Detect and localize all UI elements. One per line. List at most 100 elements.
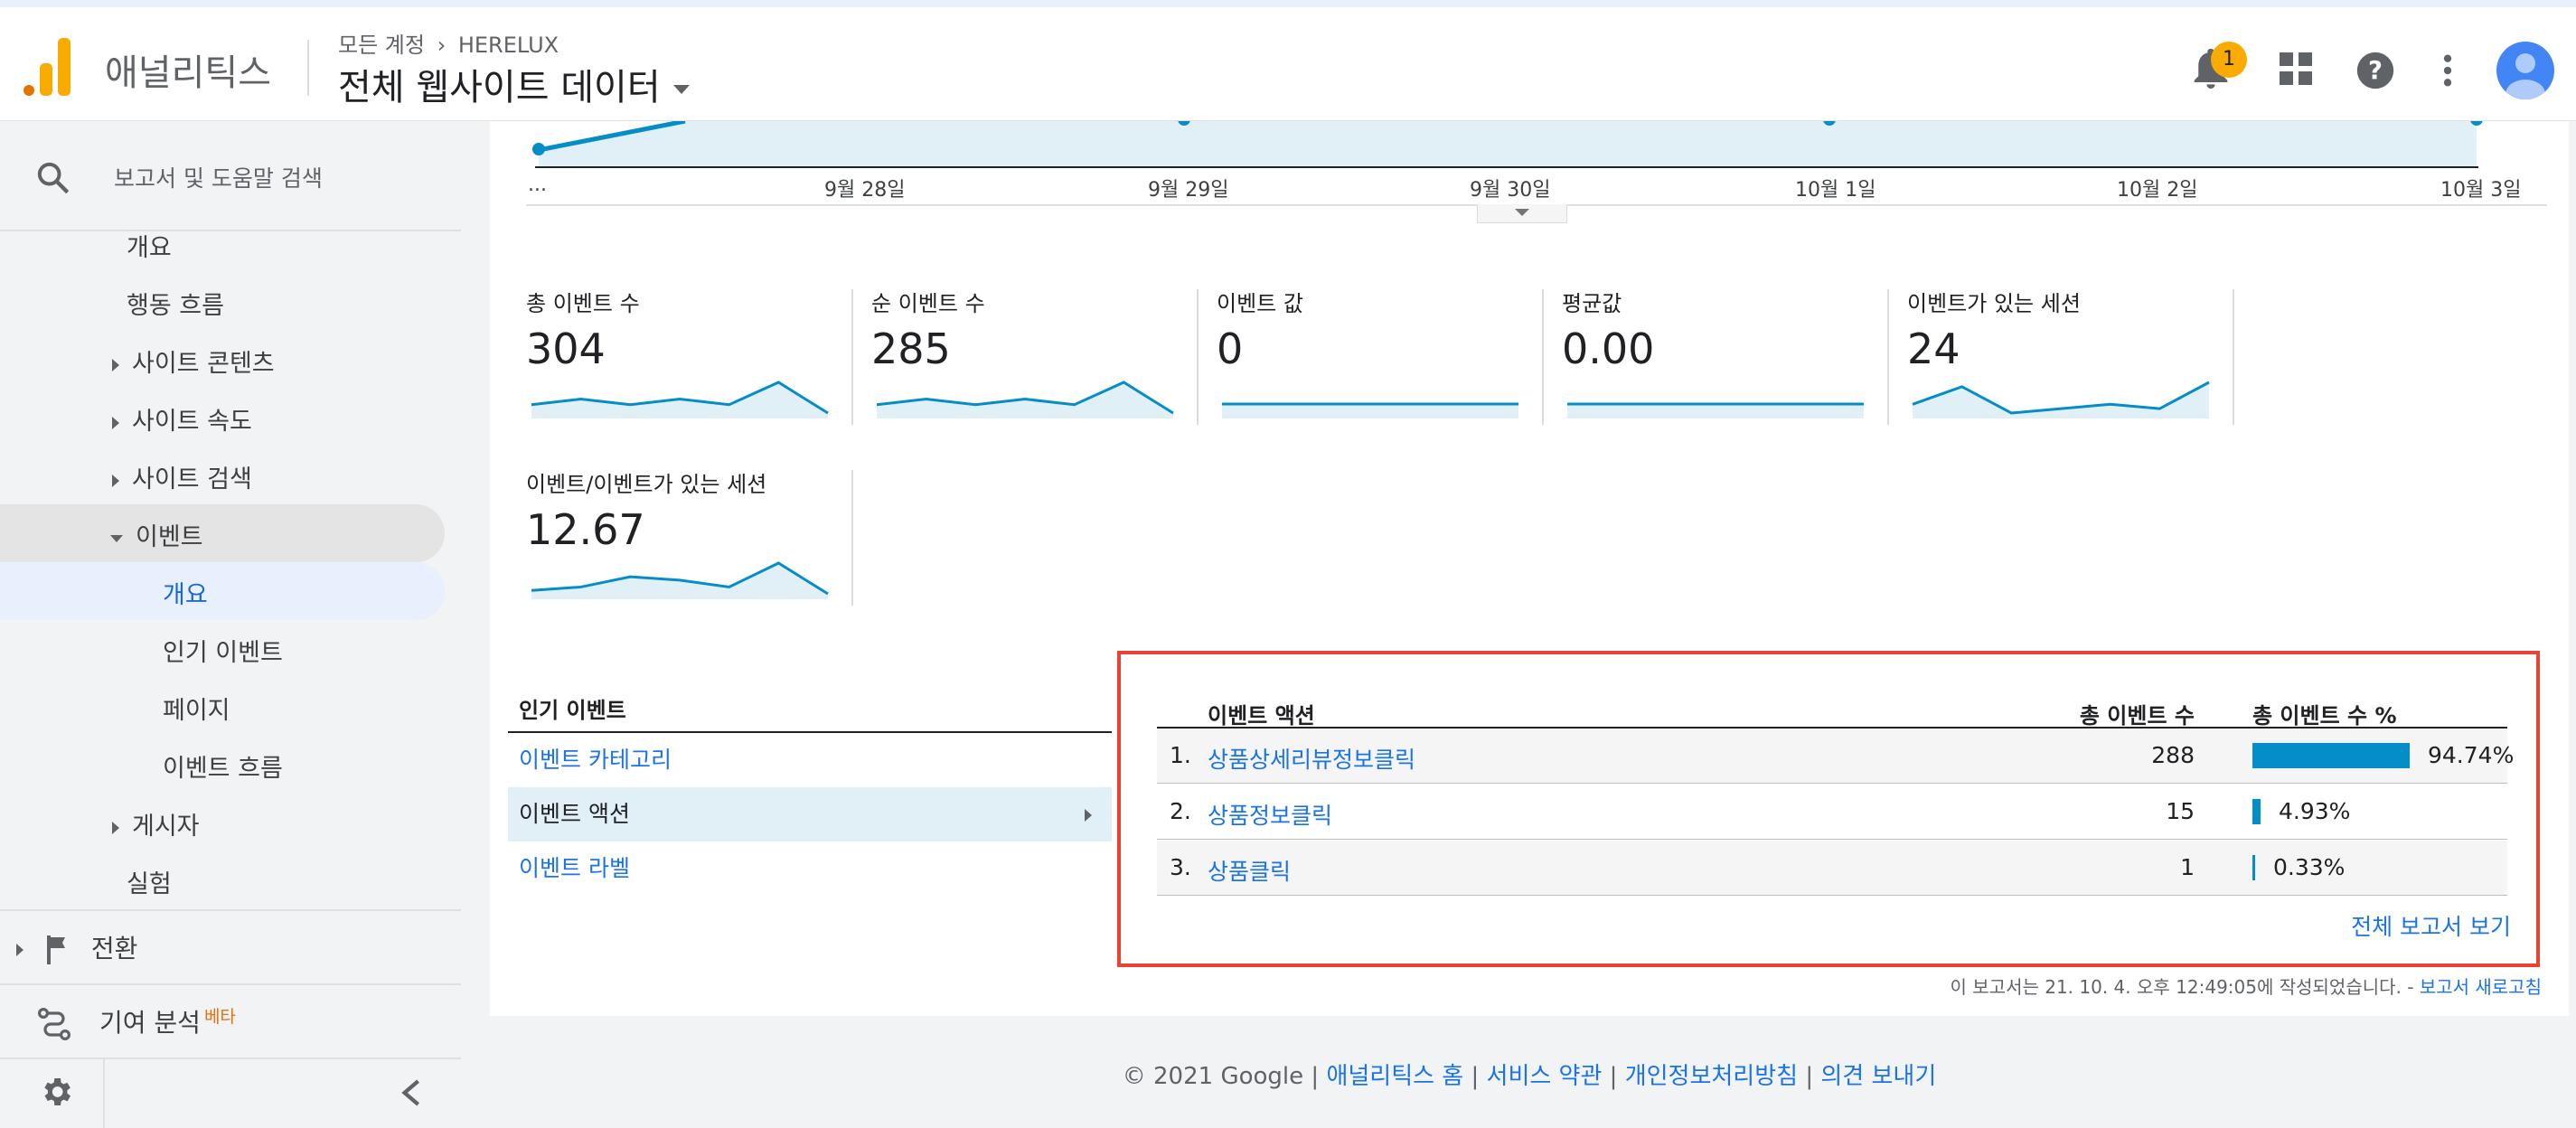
expand-arrow-icon	[16, 944, 24, 956]
beta-badge: 베타	[203, 1007, 236, 1027]
metric-avg-value[interactable]: 평균값 0.00	[1562, 286, 1869, 422]
sidebar-item-site-speed[interactable]: 사이트 속도	[112, 401, 252, 437]
pct-bar	[2252, 855, 2255, 880]
expand-arrow-icon	[112, 358, 119, 371]
breadcrumb-property: HERELUX	[457, 33, 559, 58]
footer-link-feedback[interactable]: 의견 보내기	[1820, 1063, 1936, 1090]
table-row: 3. 상품클릭 1 0.33%	[1157, 841, 2507, 896]
col-total-events-pct[interactable]: 총 이벤트 수 %	[2252, 698, 2397, 729]
top-header: 애널리틱스 모든 계정 › HERELUX 전체 웹사이트 데이터 1 ?	[0, 7, 2576, 121]
metric-sessions-with-event[interactable]: 이벤트가 있는 세션 24	[1907, 286, 2214, 422]
caret-down-icon	[1515, 209, 1529, 216]
row-pct: 94.74%	[2428, 742, 2515, 768]
chevron-right-icon: ›	[437, 33, 447, 58]
collapse-arrow-icon	[110, 534, 123, 542]
metric-events-per-session[interactable]: 이벤트/이벤트가 있는 세션 12.67	[526, 466, 833, 603]
expand-arrow-icon	[112, 821, 119, 834]
view-name: 전체 웹사이트 데이터	[338, 67, 661, 108]
top-strip	[0, 0, 2576, 7]
refresh-report-link[interactable]: 보고서 새로고침	[2420, 976, 2542, 998]
app-name: 애널리틱스	[105, 52, 271, 94]
sidebar-item-attribution[interactable]: 기여 분석 베타	[36, 1003, 236, 1041]
footer-link-privacy[interactable]: 개인정보처리방침	[1625, 1063, 1798, 1090]
metric-divider	[2233, 289, 2234, 425]
collapse-sidebar-icon[interactable]	[398, 1079, 423, 1106]
chart-resize-handle[interactable]	[1477, 204, 1567, 223]
footer-copyright: © 2021 Google	[1122, 1063, 1304, 1090]
row-event-link[interactable]: 상품정보클릭	[1208, 798, 1332, 831]
sidebar-item-site-content[interactable]: 사이트 콘텐츠	[112, 343, 275, 379]
sidebar-item-pages[interactable]: 페이지	[163, 691, 230, 726]
breadcrumb[interactable]: 모든 계정 › HERELUX	[338, 27, 559, 59]
metric-divider	[1197, 289, 1199, 425]
sidebar-item-experiments[interactable]: 실험	[127, 864, 172, 899]
expand-arrow-icon	[112, 474, 119, 487]
row-rank: 1.	[1170, 742, 1191, 768]
analytics-logo-icon[interactable]	[24, 38, 72, 96]
row-count: 1	[2180, 854, 2195, 880]
row-rank: 3.	[1170, 854, 1191, 880]
view-full-report-link[interactable]: 전체 보고서 보기	[2351, 909, 2511, 942]
sidebar: 보고서 및 도움말 검색 개요 행동 흐름 사이트 콘텐츠 사이트 속도 사이트…	[0, 121, 461, 1128]
sidebar-item-site-search[interactable]: 사이트 검색	[112, 459, 252, 494]
sidebar-item-top-events[interactable]: 인기 이벤트	[163, 633, 283, 668]
popular-events-action[interactable]: 이벤트 액션	[508, 787, 1112, 841]
search-icon	[37, 162, 70, 194]
notification-badge: 1	[2211, 42, 2247, 78]
row-pct: 0.33%	[2273, 854, 2346, 880]
help-icon[interactable]: ?	[2355, 51, 2395, 90]
sidebar-item-behavior-flow[interactable]: 행동 흐름	[127, 286, 224, 321]
x-tick-label: 10월 1일	[1795, 179, 1876, 202]
col-total-events[interactable]: 총 이벤트 수	[2080, 698, 2195, 729]
caret-down-icon	[672, 85, 690, 94]
sidebar-item-events-overview[interactable]: 개요	[163, 575, 208, 610]
apps-grid-icon[interactable]	[2280, 52, 2312, 85]
x-tick-label: 10월 3일	[2440, 179, 2522, 202]
metric-event-value[interactable]: 이벤트 값 0	[1217, 286, 1524, 422]
row-event-link[interactable]: 상품상세리뷰정보클릭	[1208, 742, 1415, 775]
sparkline	[876, 381, 1174, 418]
metric-total-events[interactable]: 총 이벤트 수 304	[526, 286, 833, 422]
row-pct: 4.93%	[2279, 798, 2351, 824]
sparkline	[531, 381, 829, 418]
attribution-path-icon	[37, 1007, 71, 1041]
x-tick-label: 10월 2일	[2117, 179, 2198, 202]
sidebar-item-conversions[interactable]: 전환	[16, 929, 137, 965]
event-table-header: 이벤트 액션 총 이벤트 수 총 이벤트 수 %	[1157, 687, 2507, 728]
sidebar-divider	[0, 909, 461, 911]
sidebar-item-publisher[interactable]: 게시자	[112, 806, 200, 841]
sparkline-area	[1567, 404, 1864, 418]
col-event-action[interactable]: 이벤트 액션	[1208, 698, 1315, 729]
footer-link-home[interactable]: 애널리틱스 홈	[1326, 1063, 1463, 1090]
view-selector[interactable]: 전체 웹사이트 데이터	[338, 58, 690, 110]
pct-bar	[2252, 799, 2261, 824]
svg-text:?: ?	[2368, 56, 2383, 85]
user-avatar[interactable]	[2496, 42, 2554, 99]
sidebar-item-events-flow[interactable]: 이벤트 흐름	[163, 748, 283, 784]
row-count: 15	[2166, 798, 2195, 824]
row-event-link[interactable]: 상품클릭	[1208, 854, 1291, 887]
metric-divider	[851, 289, 853, 425]
popular-events-label[interactable]: 이벤트 라벨	[508, 841, 1112, 896]
trend-area	[539, 121, 2477, 166]
header-divider	[307, 40, 309, 96]
sidebar-active-highlight	[0, 562, 445, 620]
gear-icon[interactable]	[38, 1074, 74, 1110]
sidebar-item-events[interactable]: 이벤트	[110, 517, 203, 552]
sidebar-item-behavior-overview[interactable]: 개요	[127, 228, 172, 263]
metric-unique-events[interactable]: 순 이벤트 수 285	[871, 286, 1179, 422]
search-input[interactable]: 보고서 및 도움말 검색	[114, 161, 323, 193]
row-count: 288	[2151, 742, 2195, 768]
highlighted-event-actions: 이벤트 액션 총 이벤트 수 총 이벤트 수 % 1. 상품상세리뷰정보클릭 2…	[1117, 651, 2540, 967]
more-vert-icon[interactable]	[2437, 52, 2458, 89]
metric-divider	[851, 470, 853, 606]
sidebar-divider	[0, 983, 461, 985]
sparkline	[1567, 402, 1864, 418]
trend-point	[532, 143, 545, 155]
metric-divider	[1542, 289, 1544, 425]
expand-arrow-icon	[112, 416, 119, 429]
footer-link-terms[interactable]: 서비스 약관	[1487, 1063, 1603, 1090]
popular-events-category[interactable]: 이벤트 카테고리	[508, 733, 1112, 787]
sidebar-search[interactable]: 보고서 및 도움말 검색	[0, 121, 461, 230]
page-footer: © 2021 Google | 애널리틱스 홈 | 서비스 약관 | 개인정보처…	[1122, 1063, 1937, 1090]
